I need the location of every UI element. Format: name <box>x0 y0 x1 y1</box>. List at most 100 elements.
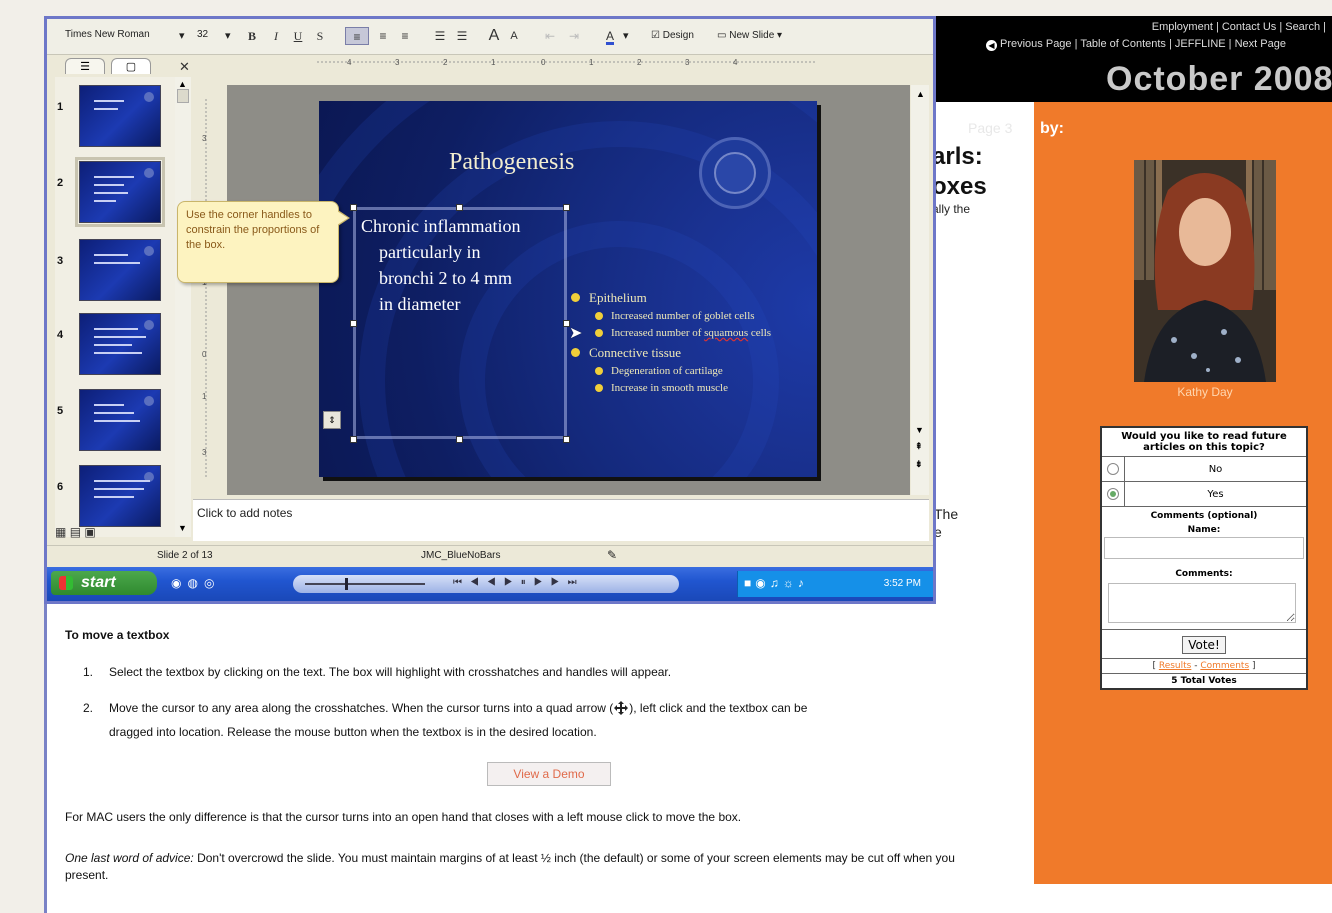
thumbnail-number: 4 <box>57 329 64 341</box>
advice-text: Don't overcrowd the slide. You must main… <box>65 851 955 882</box>
size-dropdown-arrow-icon[interactable]: ▾ <box>225 29 231 42</box>
slide-thumbnail[interactable] <box>79 389 161 451</box>
tab-slides[interactable]: ▢ <box>111 58 151 74</box>
author-photo <box>1134 160 1276 382</box>
scroll-thumb[interactable] <box>177 89 189 103</box>
thumbnail-text-line <box>94 488 144 490</box>
nav-links-text[interactable]: Previous Page | Table of Contents | JEFF… <box>1000 38 1286 50</box>
scroll-down-icon[interactable]: ▼ <box>178 523 187 533</box>
comments-textarea[interactable] <box>1108 583 1296 623</box>
thumbnails-scrollbar[interactable]: ▲ ▼ <box>175 77 191 537</box>
advice-paragraph: One last word of advice: Don't overcrowd… <box>65 850 985 884</box>
resize-handle[interactable] <box>563 204 570 211</box>
textbox-line: in diameter <box>379 294 461 314</box>
slide-thumbnail[interactable] <box>75 157 165 227</box>
notes-pane[interactable]: Click to add notes <box>193 499 929 541</box>
author-name[interactable]: Kathy Day <box>1134 385 1276 399</box>
tray-icons[interactable]: ■◉♫☼♪ <box>744 576 808 590</box>
results-link[interactable]: Results <box>1159 661 1192 671</box>
notes-placeholder[interactable]: Click to add notes <box>197 506 292 520</box>
article-heading-line: arls: <box>932 143 983 170</box>
thumbnail-text-line <box>94 262 140 264</box>
font-name-select[interactable]: Times New Roman <box>65 29 150 40</box>
media-controls-icons[interactable]: ⏮◀◀▶⏸▶▶⏭ <box>453 577 585 588</box>
scroll-down-icon[interactable]: ▼ <box>915 425 924 435</box>
slide-thumbnail[interactable] <box>79 313 161 375</box>
decrease-font-icon[interactable]: A <box>507 27 521 45</box>
thumbnail-text-line <box>94 404 124 406</box>
resize-handle[interactable] <box>350 436 357 443</box>
start-button[interactable]: start <box>51 571 157 595</box>
author-sidebar: Page 3 by: Kathy Day Would you like to r… <box>968 102 1332 884</box>
shadow-icon[interactable]: S <box>313 27 327 45</box>
previous-slide-icon[interactable]: ⇞ <box>915 441 923 452</box>
vote-button[interactable]: Vote! <box>1182 636 1226 654</box>
italic-icon[interactable]: I <box>269 27 283 45</box>
quick-launch-icons[interactable]: ◉◍◎ <box>171 576 220 590</box>
autofit-options-icon[interactable]: ⇕ <box>323 411 341 429</box>
font-dropdown-arrow-icon[interactable]: ▾ <box>179 29 185 42</box>
page-number-ghost: Page 3 <box>968 120 1013 136</box>
bulleted-list-icon[interactable]: ☰ <box>453 27 471 45</box>
radio-button[interactable] <box>1107 463 1119 475</box>
align-left-icon[interactable]: ≡ <box>345 27 369 45</box>
poll-option-no[interactable]: No <box>1102 457 1306 482</box>
design-button[interactable]: ☑ Design <box>651 30 694 41</box>
previous-arrow-icon[interactable]: ◀ <box>986 40 997 51</box>
radio-button-selected[interactable] <box>1107 488 1119 500</box>
scroll-up-icon[interactable]: ▲ <box>916 89 925 99</box>
numbered-list-icon[interactable]: ☰ <box>431 27 449 45</box>
media-seek-track[interactable] <box>305 583 425 585</box>
slide-sorter-icon[interactable]: ▤ <box>70 525 81 539</box>
spell-check-icon[interactable]: ✎ <box>607 548 617 562</box>
increase-font-icon[interactable]: A <box>485 27 503 45</box>
resize-handle[interactable] <box>563 436 570 443</box>
reader-poll: Would you like to read future articles o… <box>1100 426 1308 690</box>
slide-show-icon[interactable]: ▣ <box>84 525 95 539</box>
resize-handle[interactable] <box>456 436 463 443</box>
resize-handle[interactable] <box>350 320 357 327</box>
thumbnail-text-line <box>94 336 146 338</box>
next-slide-icon[interactable]: ⇟ <box>915 459 923 470</box>
new-slide-button[interactable]: ▭ New Slide ▾ <box>717 30 782 41</box>
slide-thumbnail[interactable] <box>79 239 161 301</box>
poll-option-yes[interactable]: Yes <box>1102 482 1306 507</box>
nav-links[interactable]: ◀ Previous Page | Table of Contents | JEF… <box>986 38 1286 51</box>
slide-scrollbar[interactable]: ▲ ▼ ⇞ ⇟ <box>911 85 929 495</box>
step-text-continued: dragged into location. Release the mouse… <box>109 725 597 739</box>
slide-title[interactable]: Pathogenesis <box>449 149 574 176</box>
underline-icon[interactable]: U <box>291 27 305 45</box>
slide-canvas[interactable]: Pathogenesis Chronic inflammation partic… <box>319 101 817 477</box>
resize-handle[interactable] <box>350 204 357 211</box>
resize-handle[interactable] <box>456 204 463 211</box>
design-template-name: JMC_BlueNoBars <box>421 550 501 561</box>
textbox-content[interactable]: Chronic inflammation particularly in bro… <box>361 213 571 317</box>
view-buttons: ▦ ▤ ▣ <box>55 525 96 539</box>
scroll-up-icon[interactable]: ▲ <box>178 79 187 89</box>
slide-thumbnail[interactable] <box>79 465 161 527</box>
font-color-arrow-icon[interactable]: ▾ <box>623 29 629 42</box>
media-seek-knob[interactable] <box>345 578 348 590</box>
comments-link[interactable]: Comments <box>1200 661 1249 671</box>
slide-thumbnail[interactable] <box>79 85 161 147</box>
thumbnail-text-line <box>94 200 116 202</box>
bold-icon[interactable]: B <box>245 27 259 45</box>
quad-arrow-icon <box>614 701 629 715</box>
normal-view-icon[interactable]: ▦ <box>55 525 66 539</box>
align-center-icon[interactable]: ≡ <box>375 27 391 45</box>
font-color-icon[interactable]: A <box>601 27 619 45</box>
vertical-ruler: 321013 <box>199 99 213 479</box>
svg-text:1: 1 <box>491 58 496 67</box>
view-demo-button[interactable]: View a Demo <box>487 762 611 786</box>
svg-text:1: 1 <box>202 392 207 401</box>
name-input[interactable] <box>1104 537 1304 559</box>
help-tooltip: Use the corner handles to constrain the … <box>177 201 350 283</box>
top-links[interactable]: Employment | Contact Us | Search | <box>1152 21 1326 33</box>
tab-outline[interactable]: ☰ <box>65 58 105 74</box>
poll-links: [ Results - Comments ] <box>1102 658 1306 673</box>
close-pane-icon[interactable]: ✕ <box>179 59 190 75</box>
step-text: ), left click and the textbox can be <box>629 701 808 715</box>
align-right-icon[interactable]: ≡ <box>397 27 413 45</box>
font-size-select[interactable]: 32 <box>197 29 208 40</box>
bullet-list[interactable]: Epithelium Increased number of goblet ce… <box>571 287 811 399</box>
